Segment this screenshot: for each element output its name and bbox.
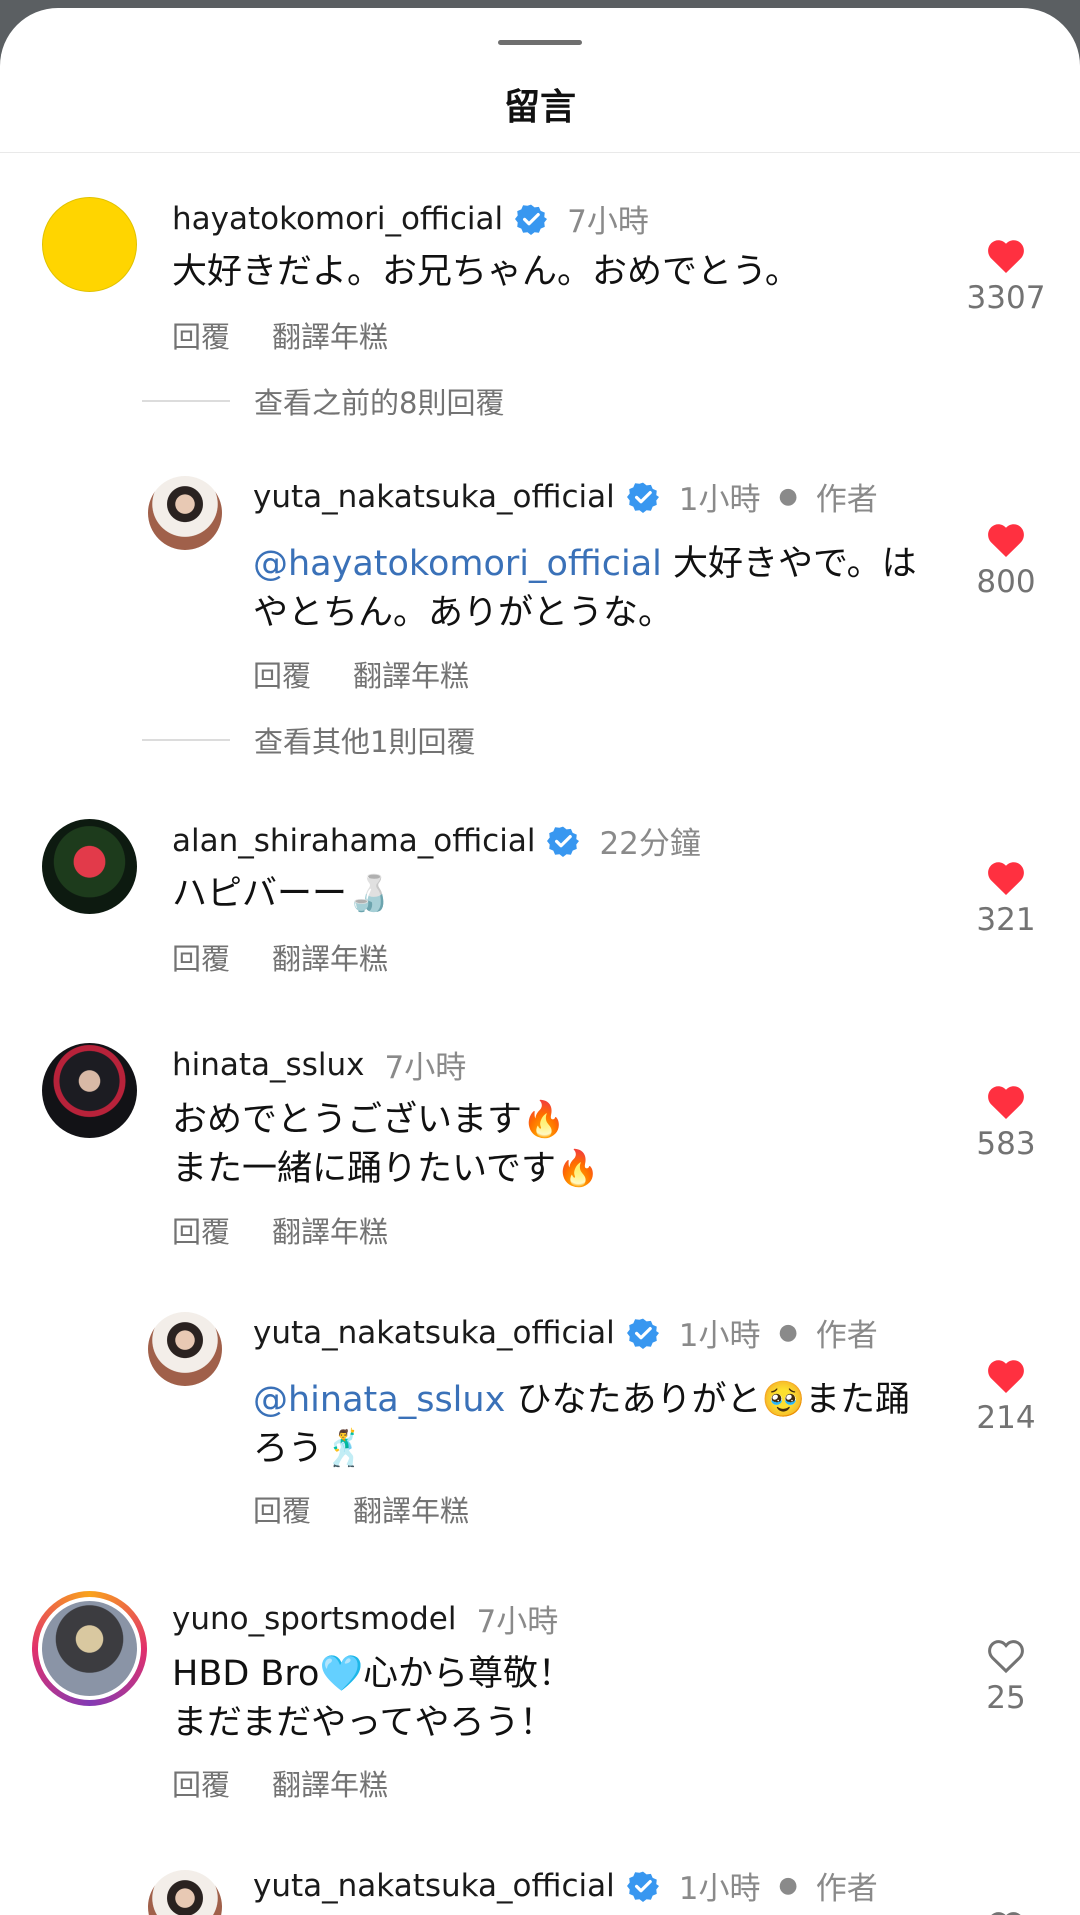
comment-time: 1小時 — [678, 1871, 761, 1907]
view-more-label: 查看其他1則回覆 — [254, 725, 476, 759]
translate-button[interactable]: 翻譯年糕 — [272, 1215, 388, 1249]
verified-badge-icon — [626, 482, 659, 513]
comment-header: hayatokomori_official 7小時 — [172, 196, 649, 241]
comment-actions: 回覆 翻譯年糕 — [172, 1762, 388, 1804]
like-control[interactable]: 3307 — [966, 238, 1046, 316]
username[interactable]: alan_shirahama_official — [172, 823, 535, 859]
like-control[interactable]: 214 — [966, 1358, 1046, 1436]
heart-filled-icon[interactable] — [986, 860, 1026, 896]
heart-filled-icon[interactable] — [986, 1084, 1026, 1120]
translate-button[interactable]: 翻譯年糕 — [353, 1494, 469, 1528]
avatar-photo — [42, 1601, 137, 1696]
separator-dot: ● — [778, 1320, 798, 1345]
like-control[interactable]: 321 — [966, 860, 1046, 938]
avatar[interactable] — [148, 1870, 222, 1915]
mention-link[interactable]: @hinata_sslux — [253, 1380, 505, 1420]
heart-outline-icon[interactable] — [986, 1910, 1026, 1915]
comment-time: 7小時 — [384, 1050, 467, 1086]
separator-dot: ● — [778, 484, 798, 509]
username[interactable]: yuta_nakatsuka_official — [253, 479, 615, 515]
avatar-story-ring[interactable] — [32, 1591, 147, 1706]
username[interactable]: yuta_nakatsuka_official — [253, 1315, 615, 1351]
verified-badge-icon — [626, 1318, 659, 1349]
drag-handle[interactable] — [498, 40, 582, 45]
reply-button[interactable]: 回覆 — [253, 1494, 311, 1528]
avatar[interactable] — [42, 1043, 137, 1138]
verified-badge-icon — [547, 826, 580, 857]
comment-text: おめでとうございます🔥 また一緒に踊りたいです🔥 — [172, 1100, 600, 1189]
sheet-title: 留言 — [503, 87, 576, 128]
view-other-replies-button[interactable]: 查看其他1則回覆 — [142, 719, 475, 761]
comment-time: 22分鐘 — [599, 826, 701, 862]
avatar[interactable] — [148, 1312, 222, 1386]
username[interactable]: hayatokomori_official — [172, 201, 503, 237]
comment-header: yuta_nakatsuka_official 1小時 ● 作者 — [253, 474, 878, 519]
username[interactable]: yuno_sportsmodel — [172, 1601, 456, 1637]
heart-filled-icon[interactable] — [986, 1358, 1026, 1394]
reply-button[interactable]: 回覆 — [172, 942, 230, 976]
translate-button[interactable]: 翻譯年糕 — [272, 1768, 388, 1802]
translate-button[interactable]: 翻譯年糕 — [272, 942, 388, 976]
like-count: 583 — [976, 1126, 1036, 1162]
comment-text: 大好きだよ。お兄ちゃん。おめでとう。 — [172, 252, 800, 292]
comment-time: 7小時 — [567, 204, 649, 240]
username[interactable]: yuta_nakatsuka_official — [253, 1868, 615, 1904]
heart-outline-icon[interactable] — [986, 1638, 1026, 1674]
author-badge: 作者 — [815, 1318, 878, 1354]
avatar[interactable] — [42, 819, 137, 914]
view-more-label: 查看之前的8則回覆 — [254, 386, 505, 420]
avatar[interactable] — [148, 476, 222, 550]
reply-button[interactable]: 回覆 — [172, 1768, 230, 1802]
like-count: 25 — [986, 1680, 1026, 1716]
heart-filled-icon[interactable] — [986, 522, 1026, 558]
comment-actions: 回覆 翻譯年糕 — [172, 936, 388, 978]
author-badge: 作者 — [815, 482, 878, 518]
comment-actions: 回覆 翻譯年糕 — [253, 653, 469, 695]
comment-text: @hayatokomori_official 大好きやで。は やとちん。ありがと… — [253, 540, 943, 638]
translate-button[interactable]: 翻譯年糕 — [272, 320, 388, 354]
comment-actions: 回覆 翻譯年糕 — [172, 1209, 388, 1251]
heart-filled-icon[interactable] — [986, 238, 1026, 274]
like-control[interactable]: 583 — [966, 1084, 1046, 1162]
like-count: 3307 — [966, 280, 1046, 316]
view-previous-replies-button[interactable]: 查看之前的8則回覆 — [142, 380, 504, 422]
comment-header: hinata_sslux 7小時 — [172, 1042, 466, 1087]
comment-header: yuno_sportsmodel 7小時 — [172, 1596, 558, 1641]
comment-header: yuta_nakatsuka_official 1小時 ● 作者 — [253, 1310, 878, 1355]
divider-line — [142, 400, 230, 402]
avatar — [38, 1597, 141, 1700]
like-control[interactable]: 800 — [966, 522, 1046, 600]
separator-dot: ● — [778, 1873, 798, 1898]
username[interactable]: hinata_sslux — [172, 1047, 364, 1083]
header-divider — [0, 152, 1080, 153]
verified-badge-icon — [515, 204, 548, 235]
like-control[interactable]: 25 — [966, 1638, 1046, 1716]
comment-actions: 回覆 翻譯年糕 — [172, 314, 388, 356]
like-count: 214 — [976, 1400, 1036, 1436]
comment-header: yuta_nakatsuka_official 1小時 ● 作者 — [253, 1863, 878, 1908]
mention-link[interactable]: @hayatokomori_official — [253, 544, 662, 584]
reply-button[interactable]: 回覆 — [172, 320, 230, 354]
author-badge: 作者 — [815, 1871, 878, 1907]
comment-text: HBD Bro🩵心から尊敬！ まだまだやってやろう！ — [172, 1654, 574, 1743]
comment-text: ハピバーー🍶 — [172, 874, 391, 914]
comment-actions: 回覆 翻譯年糕 — [253, 1488, 469, 1530]
translate-button[interactable]: 翻譯年糕 — [353, 659, 469, 693]
comment-time: 7小時 — [476, 1604, 559, 1640]
reply-button[interactable]: 回覆 — [253, 659, 311, 693]
like-control[interactable] — [966, 1910, 1046, 1915]
like-count: 321 — [976, 902, 1036, 938]
divider-line — [142, 739, 230, 741]
comment-header: alan_shirahama_official 22分鐘 — [172, 818, 701, 863]
verified-badge-icon — [626, 1871, 659, 1902]
comment-text: @hinata_sslux ひなたありがと🥹また踊 ろう🕺 — [253, 1376, 943, 1474]
like-count: 800 — [976, 564, 1036, 600]
comment-time: 1小時 — [678, 482, 761, 518]
comment-time: 1小時 — [678, 1318, 761, 1354]
reply-button[interactable]: 回覆 — [172, 1215, 230, 1249]
comments-sheet: 留言 hayatokomori_official 7小時 大好きだよ。お兄ちゃん… — [0, 8, 1080, 1915]
avatar[interactable] — [42, 197, 137, 292]
